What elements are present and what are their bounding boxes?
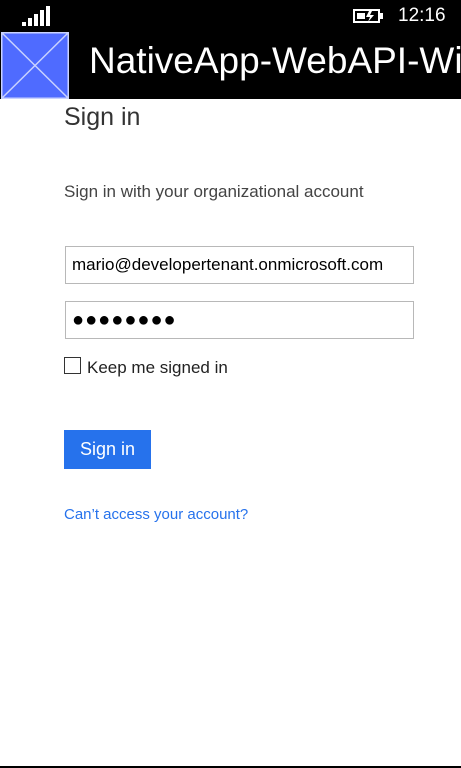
app-title: NativeApp-WebAPI-Win (89, 40, 461, 81)
placeholder-image-icon (1, 32, 69, 99)
page-subtitle: Sign in with your organizational account (64, 182, 364, 201)
signal-strength-icon (22, 6, 50, 26)
app-bar: NativeApp-WebAPI-Win (0, 32, 461, 99)
password-field[interactable] (65, 301, 414, 339)
cant-access-account-link[interactable]: Can’t access your account? (64, 506, 248, 523)
email-field[interactable] (65, 246, 414, 284)
sign-in-button[interactable]: Sign in (64, 430, 151, 469)
sign-in-page: Sign in Sign in with your organizational… (0, 99, 461, 768)
battery-charging-icon (353, 9, 383, 23)
keep-signed-in-checkbox[interactable] (64, 357, 81, 374)
status-bar: 12:16 (0, 0, 461, 32)
page-title: Sign in (64, 103, 141, 131)
keep-signed-in-label[interactable]: Keep me signed in (87, 358, 228, 378)
clock: 12:16 (398, 5, 446, 26)
